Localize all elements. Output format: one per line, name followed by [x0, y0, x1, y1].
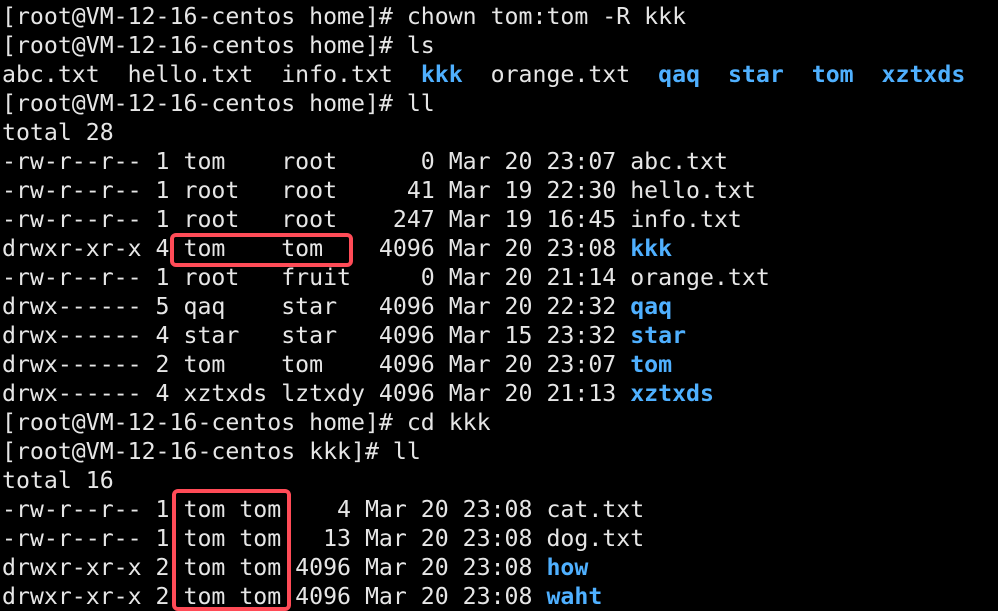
terminal-line: -rw-r--r-- 1 tom tom 4 Mar 20 23:08 cat.…: [2, 495, 644, 524]
directory-name: qaq: [630, 293, 673, 320]
terminal-text: -rw-r--r-- 1 tom tom 13 Mar 20 23:08 dog…: [2, 525, 645, 552]
terminal-line: total 28: [2, 118, 114, 147]
directory-name: qaq: [658, 61, 701, 88]
terminal-text: orange.txt: [462, 61, 659, 88]
terminal-text: [root@VM-12-16-centos home]# ls: [2, 32, 435, 59]
terminal-line: abc.txt hello.txt info.txt kkk orange.tx…: [2, 60, 965, 89]
directory-name: tom: [630, 351, 673, 378]
terminal-text: drwxr-xr-x 2 tom tom 4096 Mar 20 23:08: [2, 583, 547, 610]
terminal-line: [root@VM-12-16-centos home]# cd kkk: [2, 408, 491, 437]
terminal-line: drwxr-xr-x 2 tom tom 4096 Mar 20 23:08 h…: [2, 553, 588, 582]
directory-name: xztxds: [881, 61, 966, 88]
terminal-line: -rw-r--r-- 1 root root 247 Mar 19 16:45 …: [2, 205, 742, 234]
terminal-text: [root@VM-12-16-centos kkk]# ll: [2, 438, 421, 465]
terminal-text: -rw-r--r-- 1 root root 41 Mar 19 22:30 h…: [2, 177, 756, 204]
terminal-text: total 28: [2, 119, 114, 146]
terminal-line: [root@VM-12-16-centos home]# chown tom:t…: [2, 2, 686, 31]
terminal-text: -rw-r--r-- 1 root fruit 0 Mar 20 21:14 o…: [2, 264, 770, 291]
terminal-line: drwxr-xr-x 4 tom tom 4096 Mar 20 23:08 k…: [2, 234, 672, 263]
terminal-text: [root@VM-12-16-centos home]# ll: [2, 90, 435, 117]
terminal-text: drwxr-xr-x 4 tom tom 4096 Mar 20 23:08: [2, 235, 631, 262]
terminal-line: drwx------ 4 xztxds lztxdy 4096 Mar 20 2…: [2, 379, 714, 408]
terminal-line: -rw-r--r-- 1 tom root 0 Mar 20 23:07 abc…: [2, 147, 728, 176]
terminal-line: drwx------ 4 star star 4096 Mar 15 23:32…: [2, 321, 686, 350]
terminal-text: [root@VM-12-16-centos home]# cd kkk: [2, 409, 491, 436]
terminal-line: -rw-r--r-- 1 root root 41 Mar 19 22:30 h…: [2, 176, 756, 205]
terminal-line: drwx------ 2 tom tom 4096 Mar 20 23:07 t…: [2, 350, 672, 379]
terminal-text: abc.txt hello.txt info.txt: [2, 61, 421, 88]
directory-name: xztxds: [630, 380, 714, 407]
terminal-text: -rw-r--r-- 1 root root 247 Mar 19 16:45 …: [2, 206, 742, 233]
terminal-line: drwxr-xr-x 2 tom tom 4096 Mar 20 23:08 w…: [2, 582, 602, 611]
terminal-text: drwxr-xr-x 2 tom tom 4096 Mar 20 23:08: [2, 554, 547, 581]
terminal-text: total 16: [2, 467, 114, 494]
terminal-line: total 16: [2, 466, 114, 495]
terminal-line: drwx------ 5 qaq star 4096 Mar 20 22:32 …: [2, 292, 672, 321]
terminal-text: [root@VM-12-16-centos home]# chown tom:t…: [2, 3, 687, 30]
terminal-text: drwx------ 2 tom tom 4096 Mar 20 23:07: [2, 351, 631, 378]
terminal-line: [root@VM-12-16-centos home]# ll: [2, 89, 435, 118]
directory-name: waht: [546, 583, 603, 610]
terminal-line: [root@VM-12-16-centos home]# ls: [2, 31, 435, 60]
directory-name: kkk: [630, 235, 673, 262]
directory-name: tom: [811, 61, 854, 88]
terminal-text: -rw-r--r-- 1 tom root 0 Mar 20 23:07 abc…: [2, 148, 728, 175]
directory-name: star: [630, 322, 687, 349]
terminal-line: -rw-r--r-- 1 root fruit 0 Mar 20 21:14 o…: [2, 263, 770, 292]
terminal-text: drwx------ 5 qaq star 4096 Mar 20 22:32: [2, 293, 631, 320]
terminal-text: drwx------ 4 star star 4096 Mar 15 23:32: [2, 322, 631, 349]
directory-name: star: [727, 61, 784, 88]
directory-name: how: [546, 554, 589, 581]
terminal-text: drwx------ 4 xztxds lztxdy 4096 Mar 20 2…: [2, 380, 631, 407]
terminal-text: -rw-r--r-- 1 tom tom 4 Mar 20 23:08 cat.…: [2, 496, 645, 523]
terminal-window[interactable]: [root@VM-12-16-centos home]# chown tom:t…: [0, 0, 998, 610]
terminal-line: [root@VM-12-16-centos kkk]# ll: [2, 437, 421, 466]
directory-name: kkk: [420, 61, 463, 88]
terminal-line: -rw-r--r-- 1 tom tom 13 Mar 20 23:08 dog…: [2, 524, 644, 553]
